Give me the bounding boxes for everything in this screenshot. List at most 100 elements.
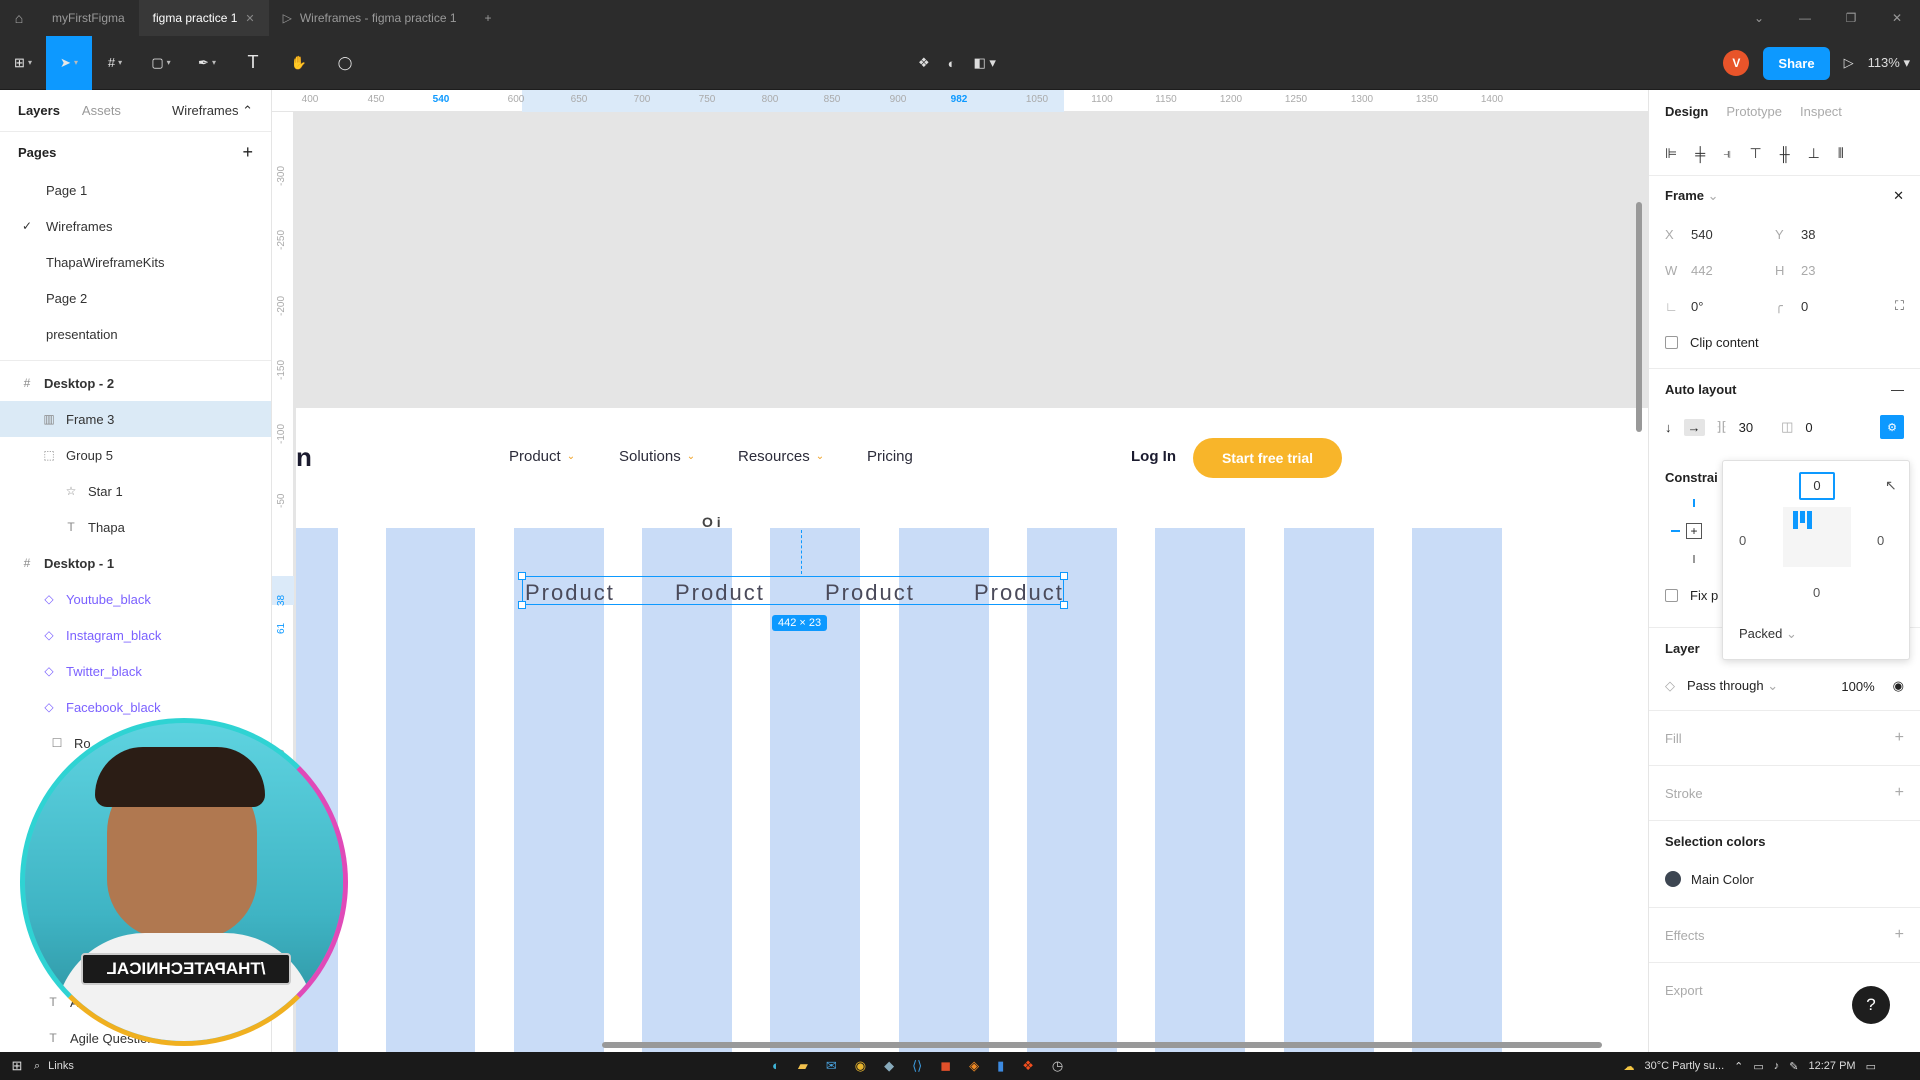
- close-window-icon[interactable]: ✕: [1874, 11, 1920, 25]
- mail-icon[interactable]: ✉: [826, 1058, 837, 1074]
- notification-icon[interactable]: ▭: [1866, 1060, 1876, 1073]
- w-field[interactable]: W 442: [1665, 263, 1775, 278]
- tab-assets[interactable]: Assets: [82, 103, 121, 118]
- layer-item[interactable]: # Desktop - 1: [0, 545, 271, 581]
- vscode-icon[interactable]: ⟨⟩: [912, 1058, 922, 1074]
- mask-icon[interactable]: ◐: [948, 56, 956, 71]
- frame-dropdown[interactable]: Frame ⌄: [1665, 188, 1719, 204]
- tray-chevron-icon[interactable]: ⌃: [1734, 1060, 1743, 1073]
- new-tab-icon[interactable]: +: [471, 0, 506, 36]
- resize-to-fit-icon[interactable]: ✕: [1893, 188, 1904, 204]
- clip-content-checkbox[interactable]: [1665, 335, 1678, 349]
- network-icon[interactable]: ▭: [1753, 1060, 1763, 1073]
- vertical-scrollbar[interactable]: [1636, 202, 1642, 432]
- resize-handle[interactable]: [518, 572, 526, 580]
- page-item[interactable]: presentation: [0, 316, 271, 352]
- volume-icon[interactable]: ♪: [1774, 1060, 1780, 1072]
- text-tool[interactable]: T: [230, 36, 276, 90]
- direction-vertical-icon[interactable]: ↓: [1665, 420, 1672, 435]
- x-field[interactable]: X 540: [1665, 227, 1775, 242]
- add-page-icon[interactable]: +: [242, 142, 253, 163]
- move-tool[interactable]: ➤ ▾: [46, 35, 92, 90]
- app-icon[interactable]: ◆: [884, 1058, 894, 1074]
- tab-wireframes[interactable]: ▷ Wireframes - figma practice 1: [269, 0, 471, 36]
- nav-pricing[interactable]: Pricing: [867, 448, 913, 465]
- padding-top-input[interactable]: 0: [1799, 472, 1835, 500]
- layer-item[interactable]: ☆ Star 1: [0, 473, 271, 509]
- canvas[interactable]: 400 450 540 600 650 700 750 800 850 900 982 1050 110…: [272, 90, 1648, 1052]
- page-item[interactable]: ThapaWireframeKits: [0, 244, 271, 280]
- present-icon[interactable]: ▷: [1844, 55, 1854, 71]
- layer-item[interactable]: ⬚ Group 5: [0, 437, 271, 473]
- clip-content-row[interactable]: Clip content: [1649, 324, 1920, 360]
- frame-tool[interactable]: # ▾: [92, 36, 138, 90]
- boolean-icon[interactable]: ◧ ▾: [974, 55, 996, 71]
- nav-product[interactable]: Product ⌄: [509, 448, 575, 465]
- tab-prototype[interactable]: Prototype: [1726, 104, 1782, 119]
- constraint-bottom-indicator[interactable]: [1693, 555, 1695, 563]
- h-field[interactable]: H 23: [1775, 263, 1885, 278]
- remove-auto-layout-icon[interactable]: —: [1891, 382, 1904, 397]
- align-center-h-icon[interactable]: ╪: [1695, 146, 1705, 162]
- resize-handle[interactable]: [518, 601, 526, 609]
- file-explorer-icon[interactable]: ▰: [798, 1058, 808, 1074]
- blend-mode-dropdown[interactable]: Pass through ⌄: [1687, 678, 1778, 694]
- chevron-down-icon[interactable]: ⌄: [1736, 11, 1782, 25]
- opacity-value[interactable]: 100%: [1841, 679, 1874, 694]
- layer-item[interactable]: ◇ Facebook_black: [0, 689, 271, 725]
- edge-icon[interactable]: ◐: [772, 1058, 780, 1074]
- taskbar-search[interactable]: Links: [48, 1060, 74, 1072]
- page-switcher[interactable]: Wireframes ⌃: [172, 103, 253, 119]
- selection-box[interactable]: [522, 576, 1064, 605]
- padding-bottom-input[interactable]: 0: [1813, 585, 1820, 600]
- docs-icon[interactable]: ▮: [997, 1058, 1004, 1074]
- help-button[interactable]: ?: [1852, 986, 1890, 1024]
- add-stroke-icon[interactable]: +: [1895, 784, 1904, 802]
- main-menu-button[interactable]: ⊞ ▾: [0, 36, 46, 90]
- clock-time[interactable]: 12:27 PM: [1809, 1060, 1856, 1072]
- constraint-top-indicator[interactable]: [1693, 499, 1695, 507]
- selection-color-row[interactable]: Main Color: [1649, 861, 1920, 897]
- share-button[interactable]: Share: [1763, 46, 1830, 80]
- layer-item[interactable]: ◇ Twitter_black: [0, 653, 271, 689]
- page-item[interactable]: Page 2: [0, 280, 271, 316]
- chrome-icon[interactable]: ◉: [855, 1058, 866, 1074]
- constraint-center-icon[interactable]: +: [1686, 523, 1702, 539]
- resize-handle[interactable]: [1060, 572, 1068, 580]
- rotation-field[interactable]: ∟ 0°: [1665, 299, 1775, 314]
- horizontal-scrollbar[interactable]: [602, 1042, 1602, 1048]
- windows-start-icon[interactable]: ⊞: [0, 1058, 34, 1074]
- nav-solutions[interactable]: Solutions ⌄: [619, 448, 695, 465]
- pen-tray-icon[interactable]: ✎: [1789, 1060, 1798, 1073]
- spacing-value[interactable]: 30: [1739, 420, 1753, 435]
- page-item[interactable]: ✓ Wireframes: [0, 208, 271, 244]
- zoom-dropdown[interactable]: 113% ▾: [1868, 55, 1910, 71]
- color-swatch[interactable]: [1665, 871, 1681, 887]
- layer-item[interactable]: ◇ Youtube_black: [0, 581, 271, 617]
- component-icon[interactable]: ❖: [918, 55, 930, 71]
- constraint-left-indicator[interactable]: [1671, 530, 1680, 532]
- layer-item[interactable]: ◇ Instagram_black: [0, 617, 271, 653]
- shape-tool[interactable]: ▢ ▾: [138, 36, 184, 90]
- nav-resources[interactable]: Resources ⌄: [738, 448, 824, 465]
- distribution-dropdown[interactable]: Packed ⌄: [1739, 626, 1797, 642]
- tab-figma-practice[interactable]: figma practice 1 ✕: [138, 0, 269, 36]
- alignment-settings-button[interactable]: ⚙: [1880, 415, 1904, 439]
- hand-tool[interactable]: ✋: [276, 36, 322, 90]
- align-bottom-icon[interactable]: ⊥: [1808, 145, 1820, 162]
- radius-field[interactable]: ╭ 0: [1775, 298, 1885, 314]
- tab-inspect[interactable]: Inspect: [1800, 104, 1842, 119]
- office-icon[interactable]: ◼: [940, 1058, 951, 1074]
- distribute-icon[interactable]: ⫴: [1838, 145, 1844, 162]
- close-tab-icon[interactable]: ✕: [245, 12, 254, 25]
- align-right-icon[interactable]: ⫣: [1723, 145, 1731, 162]
- search-icon[interactable]: ⌕: [34, 1060, 40, 1073]
- avatar[interactable]: V: [1723, 50, 1750, 76]
- padding-left-input[interactable]: 0: [1739, 533, 1746, 548]
- layer-item[interactable]: T Thapa: [0, 509, 271, 545]
- padding-right-input[interactable]: 0: [1877, 533, 1884, 548]
- y-field[interactable]: Y 38: [1775, 227, 1885, 242]
- eye-icon[interactable]: ◉: [1893, 678, 1904, 694]
- padding-value[interactable]: 0: [1805, 420, 1812, 435]
- layer-item[interactable]: ▥ Frame 3: [0, 401, 271, 437]
